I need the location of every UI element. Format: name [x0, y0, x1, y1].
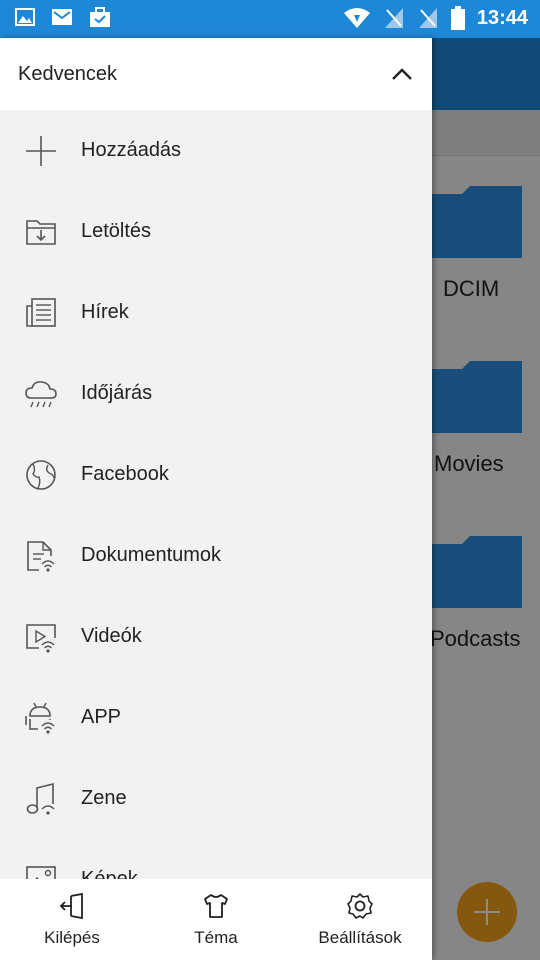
drawer-item-weather[interactable]: Időjárás	[0, 353, 432, 434]
favorites-header[interactable]: Kedvencek	[0, 38, 432, 110]
globe-icon	[26, 459, 56, 490]
drawer-item-label: Hozzáadás	[81, 139, 182, 161]
no-signal-sim1-icon	[384, 8, 403, 28]
drawer-item-label: APP	[81, 706, 122, 728]
drawer-item-label: Képek	[81, 868, 138, 879]
network-document-icon	[27, 540, 55, 572]
theme-button[interactable]: Téma	[144, 879, 288, 960]
navigation-drawer: Kedvencek Hozzáadás Letöltés Hírek Időjá…	[0, 38, 432, 960]
network-video-icon	[26, 623, 56, 653]
drawer-item-images[interactable]: Képek	[0, 839, 432, 879]
music-note-icon	[26, 782, 55, 815]
no-signal-sim2-icon	[418, 8, 437, 28]
drawer-item-facebook[interactable]: Facebook	[0, 434, 432, 515]
drawer-item-music[interactable]: Zene	[0, 758, 432, 839]
drawer-item-news[interactable]: Hírek	[0, 272, 432, 353]
drawer-item-label: Letöltés	[81, 220, 152, 242]
weather-cloud-icon	[25, 380, 57, 407]
drawer-item-label: Facebook	[81, 463, 169, 485]
network-android-icon	[25, 702, 55, 734]
gallery-icon	[15, 8, 35, 26]
drawer-bottom-bar: Kilépés Téma Beállítások	[0, 879, 432, 960]
battery-icon	[450, 6, 465, 30]
drawer-item-documents[interactable]: Dokumentumok	[0, 515, 432, 596]
drawer-item-label: Dokumentumok	[81, 544, 222, 566]
fab-scrim	[457, 882, 517, 942]
wifi-icon	[343, 8, 370, 28]
mail-icon	[52, 9, 72, 25]
favorites-list: Hozzáadás Letöltés Hírek Időjárás Facebo…	[0, 110, 432, 879]
plus-icon	[26, 135, 56, 166]
favorites-title: Kedvencek	[18, 62, 117, 85]
exit-icon	[59, 892, 83, 919]
tshirt-icon	[204, 893, 228, 918]
exit-button[interactable]: Kilépés	[0, 879, 144, 960]
drawer-item-label: Zene	[81, 787, 127, 809]
clock: 13:44	[476, 6, 528, 29]
drawer-item-label: Videók	[81, 625, 142, 647]
chevron-up-icon[interactable]	[390, 62, 414, 86]
drawer-item-download[interactable]: Letöltés	[0, 191, 432, 272]
theme-label: Téma	[194, 927, 238, 947]
news-icon	[26, 297, 56, 327]
drawer-item-app[interactable]: APP	[0, 677, 432, 758]
exit-label: Kilépés	[44, 927, 100, 947]
drawer-item-add[interactable]: Hozzáadás	[0, 110, 432, 191]
drawer-item-label: Hírek	[81, 301, 129, 323]
briefcase-icon	[90, 7, 110, 27]
gear-icon	[347, 892, 373, 919]
image-icon	[26, 865, 56, 879]
drawer-item-label: Időjárás	[81, 382, 153, 404]
settings-label: Beállítások	[318, 927, 402, 947]
status-bar: 13:44	[0, 0, 540, 38]
download-folder-icon	[26, 219, 56, 245]
settings-button[interactable]: Beállítások	[288, 879, 432, 960]
drawer-item-videos[interactable]: Videók	[0, 596, 432, 677]
